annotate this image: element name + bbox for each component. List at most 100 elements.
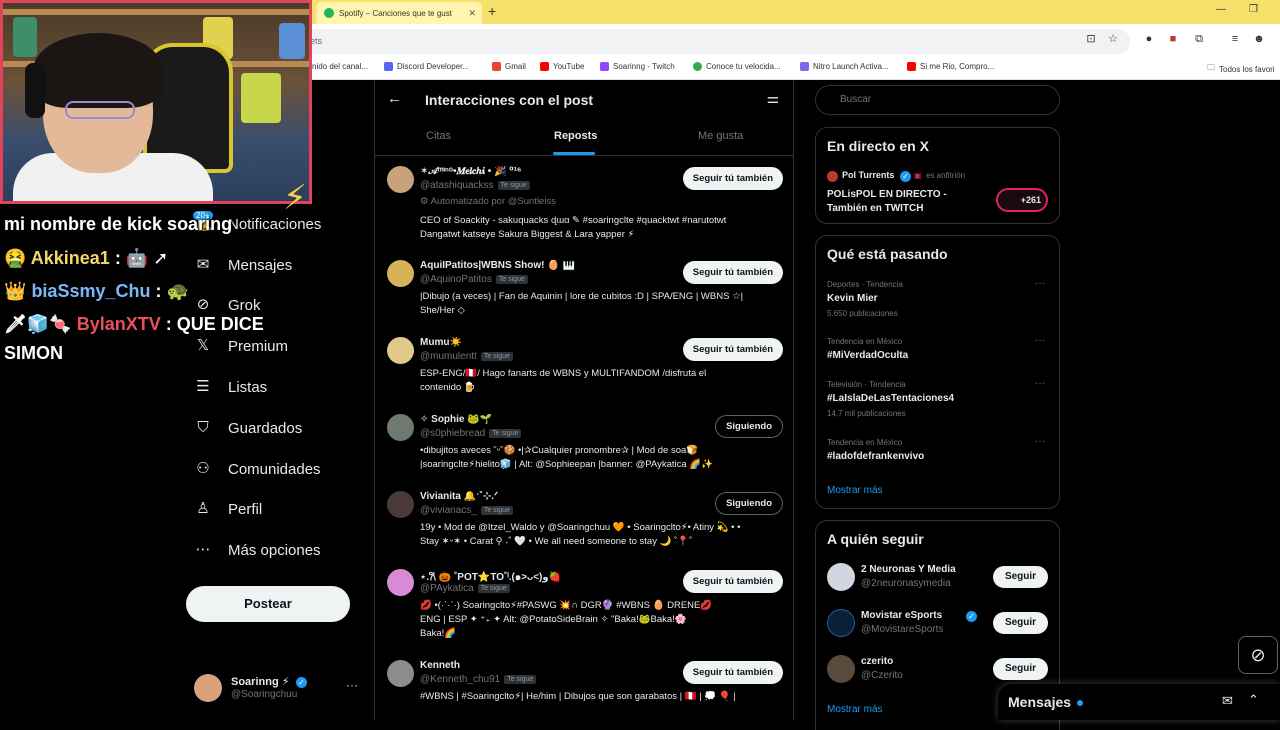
bot-icon: ⚙ [420, 196, 429, 207]
user-handle: @Kenneth_chu91 Te sigue [420, 674, 537, 685]
suggest-name[interactable]: czerito [861, 656, 893, 667]
follow-button[interactable]: Seguir [993, 566, 1048, 588]
live-title[interactable]: POLisPOL EN DIRECTO - También en TWITCH [827, 188, 947, 216]
bookmark-gmail[interactable]: Gmail [492, 62, 526, 71]
following-button[interactable]: Siguiendo [715, 492, 783, 515]
trend-count: 5.650 publicaciones [827, 309, 898, 318]
card-title: Qué está pasando [827, 246, 948, 262]
profile-avatar-icon[interactable]: ☻ [1252, 32, 1266, 46]
bookmark-nitro[interactable]: Nitro Launch Activa... [800, 62, 889, 71]
tab-reposts[interactable]: Reposts [554, 130, 597, 142]
trend-more-icon[interactable]: ··· [1035, 378, 1045, 389]
bookmark-1[interactable]: nido del canal... [312, 62, 368, 71]
user-row[interactable]: Vivianita 🔔ˑ˚⊹.ᐟ @vivianacs_ Te sigue Sig… [375, 491, 793, 557]
maximize-icon[interactable]: ❐ [1249, 4, 1258, 15]
new-tab-button[interactable]: + [488, 3, 496, 19]
user-row[interactable]: AquiIPatitos|WBNS Show! 🥚 🎹 @AquinoPatit… [375, 260, 793, 326]
user-row[interactable]: ✶𝒜ᵐᶦⁿᵒ•𝑴𝒆𝒍𝒄𝒉𝒊 • 🎉 ⁰¹⁶ @atashiquackss Te s… [375, 166, 793, 246]
star-icon[interactable]: ☆ [1106, 32, 1120, 46]
trend-title[interactable]: #LaIslaDeLasTentaciones4 [827, 393, 954, 404]
follow-back-button[interactable]: Seguir tú también [682, 570, 783, 593]
follow-back-button[interactable]: Seguir tú también [682, 338, 783, 361]
user-bio: #WBNS | #Soaringclto⚡| He/him | Dibujos … [420, 691, 736, 702]
mail-icon: ✉ [196, 256, 210, 273]
follow-button[interactable]: Seguir [993, 658, 1048, 680]
user-row[interactable]: ✧ Sophie 🐸🌱 @s0phiebread Te sigue Siguien… [375, 414, 793, 480]
trend-more-icon[interactable]: ··· [1035, 335, 1045, 346]
back-arrow-icon[interactable]: ← [387, 90, 402, 107]
bookmark-discord[interactable]: Discord Developer... [384, 62, 469, 71]
new-message-icon[interactable]: ✉ [1222, 693, 1233, 709]
bookmarks-folder[interactable]: 🗀 Todos los favori [1207, 62, 1275, 76]
list-icon: ☰ [196, 378, 210, 395]
user-bio: 💋 •(·ˋ·ˊ·) Soaringclto⚡#PASWG 💥∩ DGR🔮 #W… [420, 600, 713, 639]
user-row[interactable]: ⋆.𐙚 🎃 ˚POT⭐TO˚ˡ.(๑˃ᴗ˂)ﻭ🍓 @PAykatica Te si… [375, 569, 793, 649]
follow-back-button[interactable]: Seguir tú también [682, 261, 783, 284]
messages-drawer[interactable]: Mensajes ✉ ⌃ [998, 684, 1280, 720]
bookmark-twitch[interactable]: Soarinng - Twitch [600, 62, 675, 71]
extension-red-icon[interactable]: ■ [1166, 32, 1180, 46]
avatar [827, 655, 855, 683]
bookmark-youtube[interactable]: YouTube [540, 62, 584, 71]
trend-more-icon[interactable]: ··· [1035, 278, 1045, 289]
nav-mas-opciones[interactable]: ⋯ Más opciones [194, 535, 321, 565]
follow-back-button[interactable]: Seguir tú también [682, 661, 783, 684]
nav-mensajes[interactable]: ✉ Mensajes [194, 250, 293, 280]
follow-button[interactable]: Seguir [993, 612, 1048, 634]
user-bio: ESP-ENG/🇵🇪/ Hago fanarts de WBNS y MULTI… [420, 368, 707, 393]
chat-user: BylanXTV [76, 314, 161, 334]
person-hair [33, 33, 163, 108]
trend-title[interactable]: #MiVerdadOculta [827, 350, 908, 361]
account-switcher[interactable]: Soarinng ⚡ ✓ @Soaringchuu ··· [194, 672, 364, 706]
user-row[interactable]: Mumu☀️ @mumulentt Te sigue Seguir tú tamb… [375, 337, 793, 403]
extension-circle-icon[interactable]: ● [1142, 32, 1156, 46]
nav-premium[interactable]: 𝕏 Premium [194, 331, 288, 361]
suggest-handle: @MovistareSports [861, 624, 944, 635]
user-row[interactable]: Kenneth @Kenneth_chu91 Te sigue Seguir tú… [375, 660, 793, 720]
profile-more-icon[interactable]: ··· [346, 678, 358, 692]
suggest-name[interactable]: Movistar eSports [861, 610, 942, 621]
expand-icon[interactable]: ⌃ [1248, 692, 1259, 708]
user-handle: @s0phiebread Te sigue [420, 428, 522, 439]
tab-me-gusta[interactable]: Me gusta [698, 130, 743, 142]
spotify-icon [324, 8, 334, 18]
bookmark-yt-video[interactable]: Si me Rio, Compro... [907, 62, 994, 71]
puzzle-icon[interactable]: ⧉ [1192, 32, 1206, 46]
search-input[interactable]: Buscar [815, 85, 1060, 115]
install-icon[interactable]: ⊡ [1084, 32, 1098, 46]
media-icon[interactable]: ≡ [1228, 32, 1242, 46]
avatar [827, 609, 855, 637]
nav-listas[interactable]: ☰ Listas [194, 372, 267, 402]
live-icon: ▣ [914, 171, 922, 180]
follows-you-badge: Te sigue [480, 351, 513, 361]
minimize-icon[interactable]: — [1216, 4, 1226, 15]
badges-icon: 🗡🧊🍬 [4, 314, 72, 334]
user-handle: @AquinoPatitos Te sigue [420, 274, 528, 285]
nav-guardados[interactable]: ⛉ Guardados [194, 413, 302, 443]
nav-comunidades[interactable]: ⚇ Comunidades [194, 454, 320, 484]
show-more-link[interactable]: Mostrar más [827, 485, 883, 496]
tab-citas[interactable]: Citas [426, 130, 451, 142]
suggest-name[interactable]: 2 Neuronas Y Media [861, 564, 956, 575]
post-button[interactable]: Postear [186, 586, 350, 622]
discord-icon [384, 62, 393, 71]
trend-title[interactable]: #ladofdefrankenvivo [827, 451, 924, 462]
listeners-pill[interactable]: +261 [996, 188, 1048, 212]
url-input[interactable]: ets [300, 29, 1130, 54]
user-name: ✧ Sophie 🐸🌱 [420, 414, 493, 425]
filter-icon[interactable]: ⚌ [766, 90, 779, 107]
show-more-link[interactable]: Mostrar más [827, 704, 883, 715]
bookmark-speedtest[interactable]: Conoce tu velocida... [693, 62, 781, 71]
grok-floating-button[interactable]: ⊘ [1238, 636, 1278, 674]
chat-line: 👑 biaSsmy_Chu : 🐢 [4, 281, 189, 301]
following-button[interactable]: Siguiendo [715, 415, 783, 438]
trend-title[interactable]: Kevin Mier [827, 293, 878, 304]
webcam-overlay [0, 0, 312, 204]
youtube-icon [907, 62, 916, 71]
nav-perfil[interactable]: ♙ Perfil [194, 494, 262, 524]
follow-back-button[interactable]: Seguir tú también [682, 167, 783, 190]
browser-tab-spotify[interactable]: Spotify – Canciones que te gust ✕ [316, 2, 482, 24]
user-bio: CEO of Soackity - sakuquacks ɖɯɑ ✎ #soar… [420, 215, 727, 240]
tab-close-icon[interactable]: ✕ [468, 8, 476, 19]
trend-more-icon[interactable]: ··· [1035, 436, 1045, 447]
